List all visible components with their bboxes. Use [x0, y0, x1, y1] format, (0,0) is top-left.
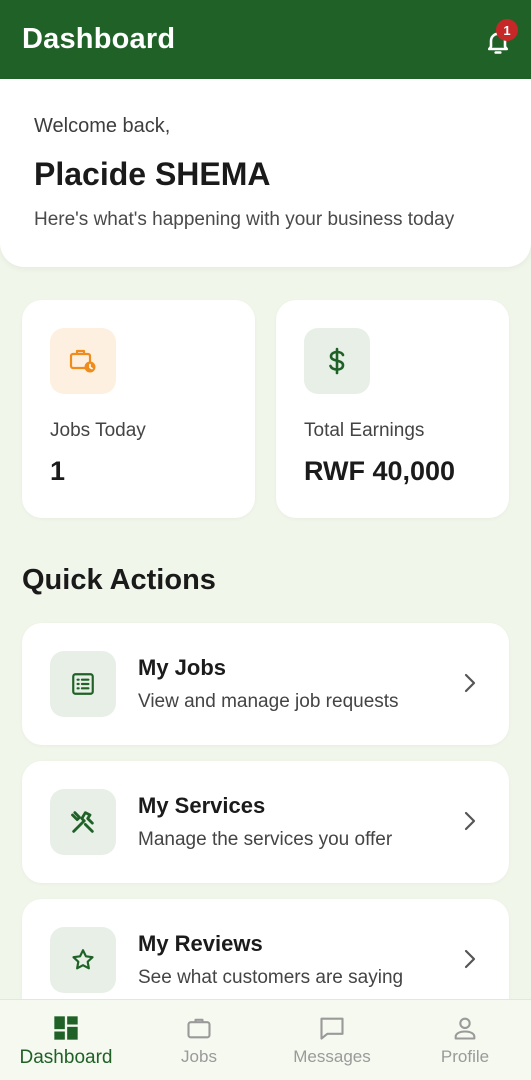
notification-badge: 1	[496, 19, 518, 41]
action-title: My Jobs	[138, 655, 227, 680]
action-title: My Services	[138, 793, 266, 818]
app-bar: Dashboard	[0, 0, 531, 79]
jobs-today-card[interactable]: Jobs Today 1	[22, 300, 255, 518]
chevron-right-icon	[460, 947, 480, 971]
welcome-card: Welcome back, Placide SHEMA Here's what'…	[0, 79, 531, 267]
user-name: Placide SHEMA	[34, 156, 271, 192]
list-icon	[50, 651, 116, 717]
nav-label: Jobs	[181, 1047, 217, 1066]
bottom-navigation: Dashboard Jobs Messages Profile	[0, 999, 531, 1080]
total-earnings-card[interactable]: Total Earnings RWF 40,000	[276, 300, 509, 518]
message-icon	[317, 1013, 347, 1043]
action-description: See what customers are saying	[138, 967, 404, 988]
action-title: My Reviews	[138, 931, 263, 956]
nav-profile[interactable]: Profile	[399, 1000, 531, 1080]
page-title: Dashboard	[22, 23, 176, 55]
nav-label: Dashboard	[19, 1047, 113, 1068]
nav-label: Messages	[293, 1047, 371, 1066]
chevron-right-icon	[460, 809, 480, 833]
star-icon	[50, 927, 116, 993]
stat-label: Total Earnings	[304, 420, 425, 441]
tools-icon	[50, 789, 116, 855]
my-services-card[interactable]: My Services Manage the services you offe…	[22, 761, 509, 883]
stat-value: RWF 40,000	[304, 456, 456, 486]
briefcase-clock-icon	[50, 328, 116, 394]
dashboard-icon	[51, 1013, 81, 1043]
action-description: View and manage job requests	[138, 691, 399, 712]
nav-messages[interactable]: Messages	[266, 1000, 398, 1080]
action-description: Manage the services you offer	[138, 829, 393, 850]
quick-actions-title: Quick Actions	[22, 564, 216, 596]
welcome-greeting: Welcome back,	[34, 115, 171, 137]
my-jobs-card[interactable]: My Jobs View and manage job requests	[22, 623, 509, 745]
chevron-right-icon	[460, 671, 480, 695]
nav-dashboard[interactable]: Dashboard	[0, 1000, 132, 1080]
person-icon	[450, 1013, 480, 1043]
stat-label: Jobs Today	[50, 420, 146, 441]
nav-label: Profile	[440, 1047, 490, 1066]
stat-value: 1	[50, 456, 66, 486]
nav-jobs[interactable]: Jobs	[133, 1000, 265, 1080]
briefcase-icon	[184, 1013, 214, 1043]
app: Dashboard 1 Welcome back, Placide SHEMA …	[0, 0, 531, 1080]
dollar-icon	[304, 328, 370, 394]
welcome-subtitle: Here's what's happening with your busine…	[34, 209, 455, 230]
